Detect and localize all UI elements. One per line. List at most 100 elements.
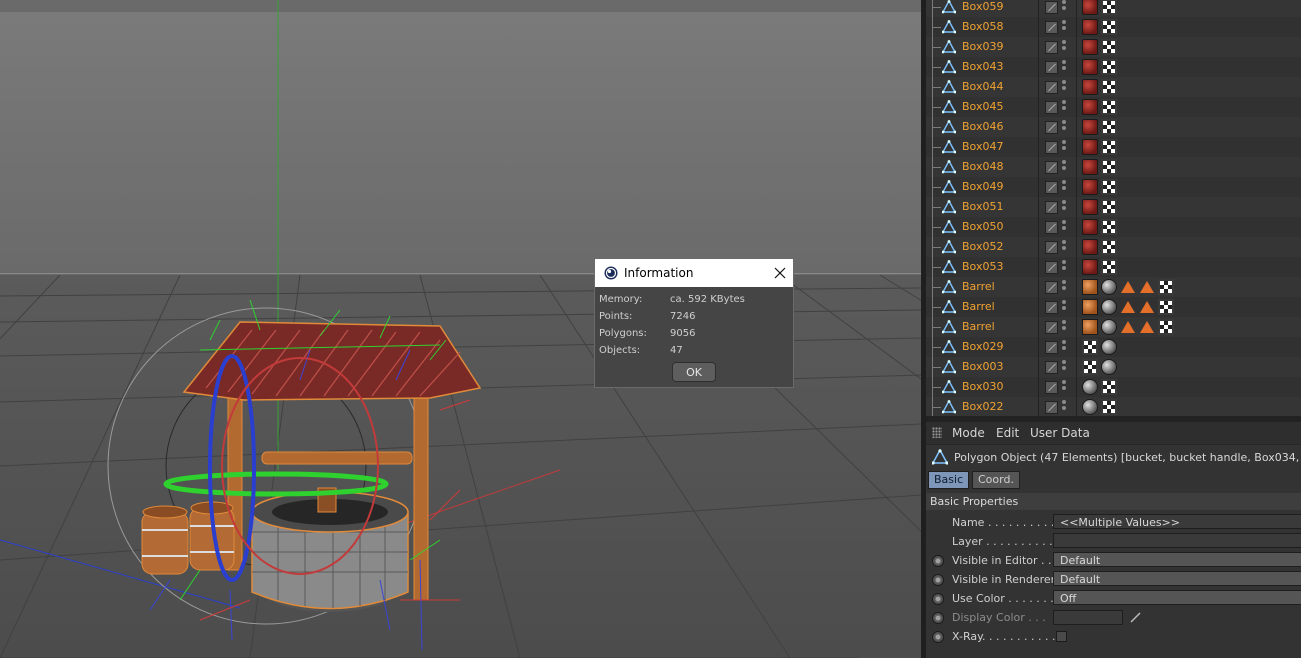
object-name[interactable]: Box029	[962, 340, 1003, 353]
tab-coord[interactable]: Coord.	[972, 471, 1020, 489]
animate-radio-icon[interactable]	[932, 631, 944, 643]
object-row[interactable]: Box043	[926, 57, 1301, 77]
phong-tag-icon[interactable]	[1139, 299, 1155, 315]
layer-icon[interactable]	[1045, 21, 1058, 34]
material-tag-icon[interactable]	[1082, 99, 1098, 115]
animate-radio-icon[interactable]	[932, 555, 944, 567]
phong-tag-icon[interactable]	[1139, 279, 1155, 295]
layer-icon[interactable]	[1045, 381, 1058, 394]
menu-user-data[interactable]: User Data	[1030, 426, 1090, 440]
object-row[interactable]: Box022	[926, 397, 1301, 416]
close-icon[interactable]	[771, 264, 789, 282]
phong-tag-icon[interactable]	[1120, 279, 1136, 295]
section-basic-properties[interactable]: Basic Properties	[926, 493, 1301, 510]
object-name[interactable]: Box053	[962, 260, 1003, 273]
material-tag-icon[interactable]	[1082, 219, 1098, 235]
animate-radio-icon[interactable]	[932, 574, 944, 586]
material-tag-icon[interactable]	[1101, 359, 1117, 375]
layer-icon[interactable]	[1045, 401, 1058, 414]
object-name[interactable]: Barrel	[962, 320, 995, 333]
material-tag-icon[interactable]	[1082, 299, 1098, 315]
texture-tag-icon[interactable]	[1101, 379, 1117, 395]
layer-icon[interactable]	[1045, 341, 1058, 354]
object-row[interactable]: Box048	[926, 157, 1301, 177]
layer-icon[interactable]	[1045, 321, 1058, 334]
visibility-dots-icon[interactable]	[1062, 200, 1066, 214]
texture-tag-icon[interactable]	[1158, 319, 1174, 335]
object-name[interactable]: Box051	[962, 200, 1003, 213]
animate-radio-icon[interactable]	[932, 593, 944, 605]
material-tag-icon[interactable]	[1082, 79, 1098, 95]
object-name[interactable]: Box049	[962, 180, 1003, 193]
object-name[interactable]: Barrel	[962, 300, 995, 313]
object-name[interactable]: Box039	[962, 40, 1003, 53]
grip-icon[interactable]	[932, 427, 942, 438]
texture-tag-icon[interactable]	[1101, 239, 1117, 255]
visibility-dots-icon[interactable]	[1062, 160, 1066, 174]
object-name[interactable]: Box044	[962, 80, 1003, 93]
material-tag-icon[interactable]	[1082, 279, 1098, 295]
visibility-dots-icon[interactable]	[1062, 120, 1066, 134]
texture-tag-icon[interactable]	[1101, 159, 1117, 175]
property-text-field[interactable]	[1053, 533, 1301, 548]
object-name[interactable]: Box050	[962, 220, 1003, 233]
material-tag-icon[interactable]	[1082, 199, 1098, 215]
material-tag-icon[interactable]	[1082, 159, 1098, 175]
visibility-dots-icon[interactable]	[1062, 100, 1066, 114]
visibility-dots-icon[interactable]	[1062, 360, 1066, 374]
object-row[interactable]: Box003	[926, 357, 1301, 377]
visibility-dots-icon[interactable]	[1062, 260, 1066, 274]
texture-tag-icon[interactable]	[1101, 79, 1117, 95]
visibility-dots-icon[interactable]	[1062, 40, 1066, 54]
object-name[interactable]: Box052	[962, 240, 1003, 253]
texture-tag-icon[interactable]	[1082, 359, 1098, 375]
texture-tag-icon[interactable]	[1101, 99, 1117, 115]
material-tag-icon[interactable]	[1082, 139, 1098, 155]
texture-tag-icon[interactable]	[1101, 199, 1117, 215]
object-name[interactable]: Box047	[962, 140, 1003, 153]
object-row[interactable]: Box046	[926, 117, 1301, 137]
visibility-dots-icon[interactable]	[1062, 400, 1066, 414]
xray-checkbox[interactable]	[1056, 631, 1067, 642]
object-row[interactable]: Box039	[926, 37, 1301, 57]
dialog-title-bar[interactable]: Information	[595, 259, 793, 287]
layer-icon[interactable]	[1045, 81, 1058, 94]
texture-tag-icon[interactable]	[1158, 279, 1174, 295]
layer-icon[interactable]	[1045, 181, 1058, 194]
phong-tag-icon[interactable]	[1120, 319, 1136, 335]
object-row[interactable]: Box051	[926, 197, 1301, 217]
object-name[interactable]: Box030	[962, 380, 1003, 393]
object-row[interactable]: Box045	[926, 97, 1301, 117]
material-tag-icon[interactable]	[1101, 339, 1117, 355]
texture-tag-icon[interactable]	[1101, 39, 1117, 55]
texture-tag-icon[interactable]	[1101, 219, 1117, 235]
material-tag-icon[interactable]	[1082, 0, 1098, 15]
texture-tag-icon[interactable]	[1101, 139, 1117, 155]
layer-icon[interactable]	[1045, 361, 1058, 374]
visibility-dots-icon[interactable]	[1062, 320, 1066, 334]
object-name[interactable]: Box059	[962, 0, 1003, 13]
object-row[interactable]: Box047	[926, 137, 1301, 157]
visibility-dots-icon[interactable]	[1062, 240, 1066, 254]
property-dropdown[interactable]: Off	[1053, 590, 1301, 605]
texture-tag-icon[interactable]	[1158, 299, 1174, 315]
property-dropdown[interactable]: Default	[1053, 571, 1301, 586]
material-tag-icon[interactable]	[1082, 239, 1098, 255]
texture-tag-icon[interactable]	[1101, 59, 1117, 75]
object-row[interactable]: Box050	[926, 217, 1301, 237]
material-tag-icon[interactable]	[1082, 119, 1098, 135]
layer-icon[interactable]	[1045, 241, 1058, 254]
object-name[interactable]: Box043	[962, 60, 1003, 73]
texture-tag-icon[interactable]	[1101, 119, 1117, 135]
material-tag-icon[interactable]	[1082, 379, 1098, 395]
layer-icon[interactable]	[1045, 101, 1058, 114]
object-name[interactable]: Barrel	[962, 280, 995, 293]
material-tag-icon[interactable]	[1082, 19, 1098, 35]
menu-edit[interactable]: Edit	[996, 426, 1019, 440]
object-row[interactable]: Box058	[926, 17, 1301, 37]
color-swatch[interactable]	[1053, 610, 1123, 625]
object-name[interactable]: Box046	[962, 120, 1003, 133]
object-row[interactable]: Box030	[926, 377, 1301, 397]
object-name[interactable]: Box058	[962, 20, 1003, 33]
material-tag-icon[interactable]	[1082, 179, 1098, 195]
